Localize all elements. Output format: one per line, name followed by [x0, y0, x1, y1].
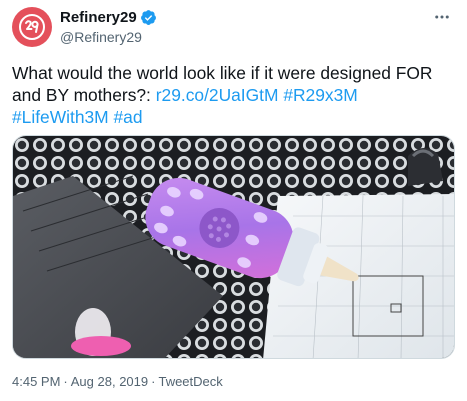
tweet-link-url[interactable]: r29.co/2UaIGtM: [156, 85, 279, 105]
verified-badge-icon: [140, 9, 157, 26]
hashtag-r29x3m[interactable]: #R29x3M: [283, 85, 357, 105]
refinery29-logo: [19, 14, 45, 40]
more-options-icon[interactable]: [431, 9, 453, 25]
tweet-time[interactable]: 4:45 PM: [12, 374, 60, 389]
avatar[interactable]: [12, 7, 52, 47]
tweet-photo[interactable]: [12, 135, 455, 359]
tweet-meta: 4:45 PM · Aug 28, 2019 · TweetDeck: [12, 374, 223, 389]
meta-separator: ·: [63, 374, 68, 389]
tweet-source[interactable]: TweetDeck: [158, 374, 222, 389]
display-name[interactable]: Refinery29: [60, 9, 137, 26]
tweet-header: Refinery29 @Refinery29: [12, 7, 455, 47]
tweet-text: What would the world look like if it wer…: [12, 62, 455, 128]
handle[interactable]: @Refinery29: [60, 29, 157, 45]
meta-separator: ·: [151, 374, 156, 389]
hashtag-lifewith3m[interactable]: #LifeWith3M: [12, 107, 109, 127]
tweet-date[interactable]: Aug 28, 2019: [71, 374, 148, 389]
tweet-card: Refinery29 @Refinery29 What would the wo…: [0, 0, 467, 401]
display-name-row: Refinery29: [60, 9, 157, 26]
hashtag-ad[interactable]: #ad: [114, 107, 143, 127]
author-names: Refinery29 @Refinery29: [60, 9, 157, 45]
